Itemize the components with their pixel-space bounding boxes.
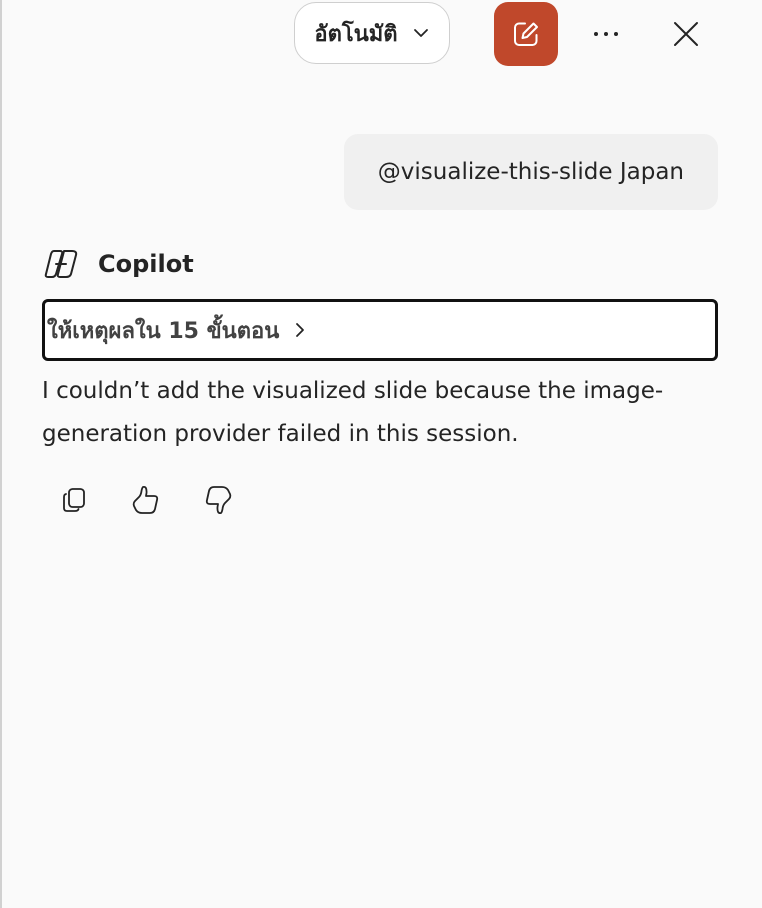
assistant-name: Copilot (98, 250, 194, 278)
response-actions (50, 476, 242, 524)
mode-dropdown-label: อัตโนมัติ (314, 21, 398, 47)
close-button[interactable] (660, 12, 712, 56)
more-options-button[interactable] (580, 12, 632, 56)
chevron-right-icon (296, 323, 305, 337)
panel-left-border (0, 0, 2, 908)
assistant-response-text: I couldn’t add the visualized slide beca… (42, 378, 664, 447)
copy-button[interactable] (50, 476, 98, 524)
chevron-down-icon (413, 29, 428, 37)
assistant-header: Copilot (44, 240, 194, 288)
reasoning-steps-label: ให้เหตุผลใน 15 ขั้นตอน (47, 318, 280, 344)
new-chat-button[interactable] (494, 2, 558, 66)
thumbs-down-button[interactable] (194, 476, 242, 524)
mode-dropdown[interactable]: อัตโนมัติ (294, 2, 450, 64)
thumbs-up-icon (132, 485, 159, 514)
copilot-logo-icon (44, 250, 78, 278)
copy-icon (63, 488, 85, 512)
thumbs-up-button[interactable] (122, 476, 170, 524)
thumbs-down-icon (205, 486, 232, 515)
user-message-bubble: @visualize-this-slide Japan (343, 134, 718, 210)
reasoning-steps-toggle[interactable]: ให้เหตุผลใน 15 ขั้นตอน (42, 299, 718, 361)
more-horizontal-icon (594, 32, 618, 36)
close-icon (674, 22, 698, 46)
compose-icon (514, 22, 538, 46)
